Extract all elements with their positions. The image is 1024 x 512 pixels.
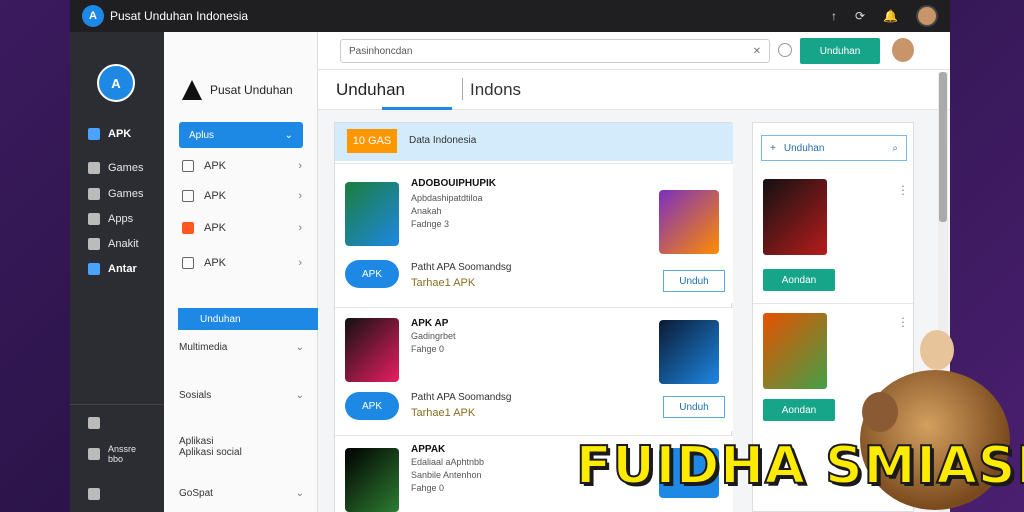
- search-row: Pasinhoncdan ✕ Unduhan: [318, 32, 950, 70]
- sidebar-item-shield[interactable]: [88, 417, 100, 429]
- download-button[interactable]: Unduh: [663, 396, 725, 418]
- section-gospat[interactable]: GoSpat ⌄: [179, 488, 304, 499]
- sidebar-divider: [70, 404, 164, 405]
- subnav-item-apk-4[interactable]: APK ›: [182, 257, 302, 269]
- help-icon[interactable]: [778, 43, 792, 57]
- home-icon: [88, 128, 100, 140]
- chevron-down-icon: ⌄: [284, 129, 293, 141]
- list-header: 10 GAS Data Indonesia: [335, 123, 733, 161]
- chevron-down-icon: ⌄: [295, 342, 304, 353]
- app-card[interactable]: ADOBOUIPHUPIK Apbdashipatdtiloa Anakah Fad…: [335, 163, 733, 303]
- subnav-item-apk-1[interactable]: APK ›: [182, 160, 302, 172]
- info-icon: [88, 448, 100, 460]
- subnav-unduhan-item[interactable]: Unduhan: [178, 308, 318, 330]
- clear-icon[interactable]: ✕: [753, 46, 761, 57]
- chevron-right-icon: ›: [298, 160, 302, 172]
- brand-logo-icon[interactable]: A: [97, 64, 135, 102]
- notification-icon[interactable]: 🔔: [883, 9, 898, 23]
- game-icon: [88, 162, 100, 174]
- arrow-icon[interactable]: ↑: [831, 9, 837, 23]
- shield-icon: [88, 417, 100, 429]
- app-icon: [345, 448, 399, 512]
- more-icon[interactable]: ⋮: [897, 315, 909, 329]
- chevron-down-icon: ⌄: [295, 488, 304, 499]
- app-icon: [659, 320, 719, 384]
- sidebar-item-info[interactable]: Anssre bbo: [88, 444, 136, 464]
- chevron-right-icon: ›: [298, 222, 302, 234]
- chevron-down-icon: ⌄: [295, 390, 304, 401]
- tab-unduhan[interactable]: Unduhan: [336, 80, 405, 100]
- tab-indons[interactable]: Indons: [470, 80, 521, 100]
- app-icon: [345, 318, 399, 382]
- tag-icon: [182, 190, 194, 202]
- subnav-item-apk-3[interactable]: APK ›: [182, 222, 302, 234]
- app-logo-icon[interactable]: A: [82, 5, 104, 27]
- shield-icon: [182, 160, 194, 172]
- list-header-label: Data Indonesia: [409, 135, 477, 146]
- image-icon: [88, 263, 100, 275]
- aplus-button[interactable]: Aplus ⌄: [179, 122, 303, 148]
- download-button[interactable]: Aondan: [763, 269, 835, 291]
- divider: [753, 303, 913, 304]
- active-tab-indicator: [382, 107, 452, 110]
- main-sidebar: A APK Games Games Apps Anakit Antar Anss…: [70, 32, 164, 512]
- user-avatar[interactable]: [892, 38, 914, 62]
- sidebar-item-settings[interactable]: [88, 488, 100, 500]
- app-card[interactable]: APK AP Gadingrbet Fahge 0 APK Patht APA S…: [335, 307, 733, 431]
- settings-icon: [88, 488, 100, 500]
- boy-character-icon: [862, 392, 898, 432]
- search-icon[interactable]: ⌕: [892, 143, 898, 154]
- list-icon: [182, 257, 194, 269]
- sidebar-item-antar[interactable]: Antar: [88, 263, 137, 275]
- apk-icon: APK: [345, 392, 399, 420]
- apps-icon: [88, 213, 100, 225]
- top-bar: A Pusat Unduhan Indonesia ↑ ⟳ 🔔: [70, 0, 950, 32]
- app-icon: [345, 182, 399, 246]
- app-thumbnail[interactable]: [763, 313, 827, 389]
- sidebar-item-apk[interactable]: APK: [88, 128, 131, 140]
- section-sosials[interactable]: Sosials ⌄: [179, 390, 304, 401]
- tab-separator: [462, 78, 463, 100]
- promo-title: FUIDHA SMIASIS: [575, 436, 1024, 496]
- sidebar-item-games[interactable]: Games: [88, 162, 143, 174]
- triangle-logo-icon: [182, 80, 202, 100]
- search-button[interactable]: Unduhan: [800, 38, 880, 64]
- user-avatar[interactable]: [916, 5, 938, 27]
- subnav-item-apk-2[interactable]: APK ›: [182, 190, 302, 202]
- sidebar-item-games-2[interactable]: Games: [88, 188, 143, 200]
- secondary-nav: Pusat Unduhan Aplus ⌄ APK › APK › APK › …: [164, 32, 318, 512]
- app-icon: [659, 190, 719, 254]
- chevron-right-icon: ›: [298, 257, 302, 269]
- orange-square-icon: [182, 222, 194, 234]
- tab-bar: Unduhan Indons: [318, 70, 950, 110]
- download-button[interactable]: Aondan: [763, 399, 835, 421]
- subnav-header: Pusat Unduhan: [182, 80, 293, 100]
- mascot-head-icon: [920, 330, 954, 370]
- right-search-input[interactable]: + Unduhan ⌕: [761, 135, 907, 161]
- more-icon[interactable]: ⋮: [897, 183, 909, 197]
- app-title: Pusat Unduhan Indonesia: [110, 9, 249, 23]
- refresh-icon[interactable]: ⟳: [855, 9, 865, 23]
- section-aplikasi[interactable]: Aplikasi Aplikasi social: [179, 436, 304, 458]
- badge: 10 GAS: [347, 129, 397, 153]
- box-icon: [88, 188, 100, 200]
- kit-icon: [88, 238, 100, 250]
- app-thumbnail[interactable]: [763, 179, 827, 255]
- apk-icon: APK: [345, 260, 399, 288]
- sidebar-item-apps[interactable]: Apps: [88, 213, 133, 225]
- chevron-right-icon: ›: [298, 190, 302, 202]
- add-icon: +: [770, 142, 776, 154]
- section-multimedia[interactable]: Multimedia ⌄: [179, 342, 304, 353]
- download-button[interactable]: Unduh: [663, 270, 725, 292]
- sidebar-item-anakit[interactable]: Anakit: [88, 238, 139, 250]
- search-input[interactable]: Pasinhoncdan ✕: [340, 39, 770, 63]
